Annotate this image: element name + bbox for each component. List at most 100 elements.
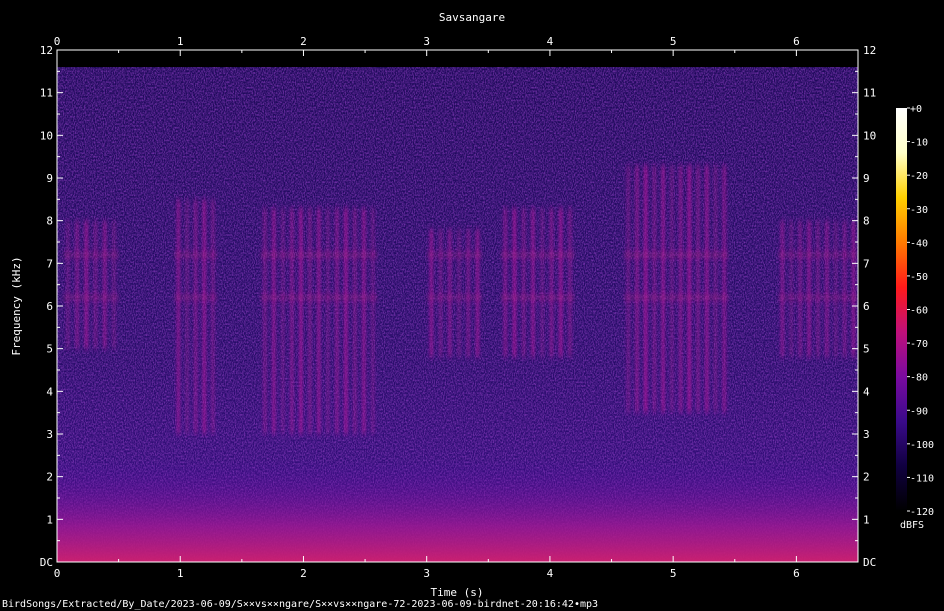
burst-stripe <box>289 207 294 434</box>
burst-stripe <box>626 165 631 413</box>
burst-band <box>174 251 218 258</box>
low-frequency-band <box>57 459 858 562</box>
burst-stripe <box>466 229 471 358</box>
burst-stripe <box>780 220 785 358</box>
burst-band <box>260 294 378 301</box>
colorbar-tick-label: -20 <box>910 171 928 182</box>
x-tick-label: 5 <box>670 567 677 580</box>
y-tick-label: 5 <box>46 343 53 356</box>
burst-band <box>174 294 218 301</box>
burst-stripe <box>678 165 683 413</box>
x-tick-label: 1 <box>177 567 184 580</box>
burst-band <box>63 251 119 258</box>
burst-stripe <box>185 199 190 434</box>
y-tick-label: DC <box>40 556 53 569</box>
burst-stripe <box>325 207 330 434</box>
burst-stripe <box>540 207 545 358</box>
colorbar-ticks: +0 -10 -20 -30 -40 -50 -60 -70 -80 -90 -100 -110 -12… <box>907 104 934 518</box>
burst-stripe <box>503 207 508 358</box>
burst-band <box>777 251 858 258</box>
burst-stripe <box>352 207 357 434</box>
x-tick-label: 5 <box>670 35 677 48</box>
y-tick-label: 5 <box>863 343 870 356</box>
burst-stripe <box>643 165 648 413</box>
burst-stripe <box>176 199 181 434</box>
burst-stripe <box>111 220 116 349</box>
burst-stripe <box>512 207 517 358</box>
spectrogram-figure: Savsangare 00112233445566 DC DC1 12 23 34 45 5… <box>2 11 934 610</box>
burst-stripe <box>807 220 812 358</box>
x-tick-label: 3 <box>423 35 430 48</box>
x-tick-label: 4 <box>547 567 554 580</box>
y-tick-label: 8 <box>863 215 870 228</box>
burst-stripe <box>798 220 803 358</box>
x-tick-label: 1 <box>177 35 184 48</box>
x-tick-label: 2 <box>300 567 307 580</box>
burst-stripe <box>567 207 572 358</box>
burst-stripe <box>93 220 98 349</box>
y-tick-label: 7 <box>863 257 870 270</box>
burst-stripe <box>262 207 267 434</box>
burst-stripe <box>521 207 526 358</box>
burst-stripe <box>343 207 348 434</box>
y-tick-label: 4 <box>863 385 870 398</box>
colorbar-tick-label: -80 <box>910 373 928 384</box>
y-tick-label: 3 <box>46 428 53 441</box>
burst-stripe <box>815 220 820 358</box>
burst-stripe <box>851 220 856 358</box>
y-tick-label: 12 <box>40 44 53 57</box>
burst-stripe <box>370 207 375 434</box>
burst-stripe <box>696 165 701 413</box>
burst-stripe <box>84 220 89 349</box>
burst-stripe <box>334 207 339 434</box>
burst-band <box>777 294 858 301</box>
burst-stripe <box>704 165 709 413</box>
song-burst <box>777 220 858 358</box>
colorbar-tick-label: -50 <box>910 272 928 283</box>
burst-stripe <box>661 165 666 413</box>
burst-stripe <box>824 220 829 358</box>
burst-band <box>500 251 575 258</box>
burst-stripe <box>669 165 674 413</box>
burst-stripe <box>687 165 692 413</box>
y-tick-label: 6 <box>863 300 870 313</box>
burst-stripe <box>789 220 794 358</box>
burst-stripe <box>475 229 480 358</box>
burst-stripe <box>457 229 462 358</box>
burst-stripe <box>842 220 847 358</box>
spectrogram-plot-area <box>57 50 858 562</box>
y-tick-label: 10 <box>40 129 53 142</box>
x-axis-label: Time (s) <box>431 586 484 599</box>
burst-stripe <box>271 207 276 434</box>
y-tick-label: 12 <box>863 44 876 57</box>
file-path-footer: BirdSongs/Extracted/By_Date/2023-06-09/S… <box>2 599 598 610</box>
burst-band <box>426 294 483 301</box>
colorbar-tick-label: -100 <box>910 440 934 451</box>
y-tick-label: 6 <box>46 300 53 313</box>
colorbar-tick-label: +0 <box>910 104 922 115</box>
burst-stripe <box>65 220 70 349</box>
burst-band <box>260 251 378 258</box>
burst-stripe <box>361 207 366 434</box>
colorbar-tick-label: -60 <box>910 306 928 317</box>
y-tick-label: 11 <box>40 87 53 100</box>
burst-stripe <box>102 220 107 349</box>
chart-title: Savsangare <box>439 11 505 24</box>
y-tick-label: 8 <box>46 215 53 228</box>
colorbar-tick-label: -90 <box>910 406 928 417</box>
burst-stripe <box>713 165 718 413</box>
y-tick-label: 1 <box>863 513 870 526</box>
burst-stripe <box>193 199 198 434</box>
y-tick-label: 11 <box>863 87 876 100</box>
colorbar <box>896 108 907 511</box>
burst-stripe <box>722 165 727 413</box>
y-tick-label: DC <box>863 556 876 569</box>
x-tick-label: 3 <box>423 567 430 580</box>
burst-stripe <box>438 229 443 358</box>
y-tick-label: 10 <box>863 129 876 142</box>
burst-stripe <box>447 229 452 358</box>
y-tick-label: 9 <box>46 172 53 185</box>
colorbar-label: dBFS <box>900 520 924 531</box>
burst-stripe <box>833 220 838 358</box>
x-tick-label: 4 <box>547 35 554 48</box>
